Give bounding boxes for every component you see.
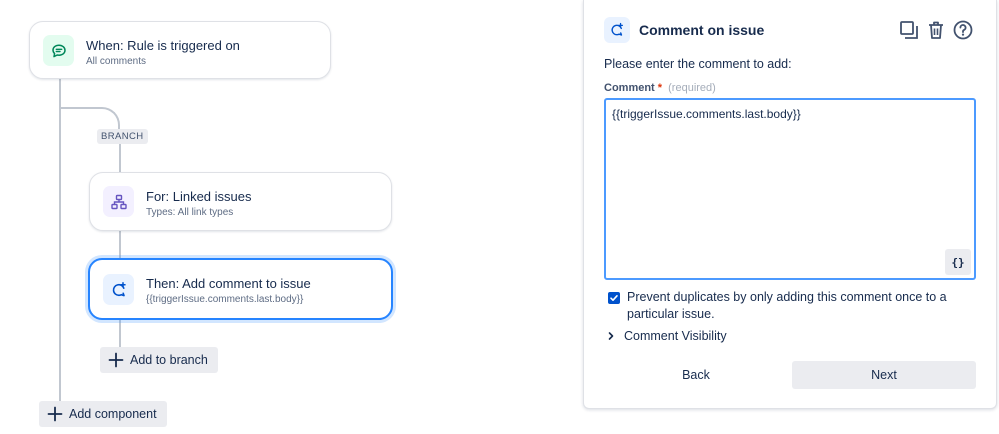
add-to-branch-label: Add to branch <box>130 353 208 367</box>
trash-icon[interactable] <box>925 19 947 41</box>
required-marker: * <box>657 82 663 94</box>
trigger-title: When: Rule is triggered on <box>86 38 240 53</box>
next-button[interactable]: Next <box>792 361 976 389</box>
add-comment-icon <box>604 17 630 43</box>
trigger-subtitle: All comments <box>86 56 147 67</box>
plus-icon <box>108 352 124 368</box>
plus-icon <box>47 406 63 422</box>
add-component-button[interactable]: Add component <box>39 401 167 427</box>
branch-connector-1 <box>119 144 121 174</box>
add-comment-icon <box>103 274 134 305</box>
action-title: Then: Add comment to issue <box>146 276 311 291</box>
branch-card[interactable]: For: Linked issues Types: All link types <box>89 172 392 231</box>
trigger-card[interactable]: When: Rule is triggered on All comments <box>29 21 331 79</box>
branch-connector-3 <box>119 320 121 348</box>
add-component-label: Add component <box>69 407 157 421</box>
prevent-duplicates-label: Prevent duplicates by only adding this c… <box>627 290 947 321</box>
branch-subtitle: Types: All link types <box>146 207 234 218</box>
branch-connector-curve <box>59 107 120 129</box>
add-to-branch-button[interactable]: Add to branch <box>100 347 218 373</box>
comment-textarea[interactable]: {{triggerIssue.comments.last.body}} {} <box>604 98 976 280</box>
comment-field-label: Comment * (required) <box>604 82 716 94</box>
panel-title: Comment on issue <box>639 22 765 38</box>
help-icon[interactable] <box>952 19 974 41</box>
prevent-duplicates-checkbox[interactable] <box>608 292 620 304</box>
comment-config-panel: Comment on issue Please enter the commen… <box>583 0 997 409</box>
action-subtitle: {{triggerIssue.comments.last.body}} <box>146 294 304 305</box>
branch-connector-2 <box>119 230 121 259</box>
branch-title: For: Linked issues <box>146 189 252 204</box>
smart-value-button[interactable]: {} <box>945 249 971 275</box>
hierarchy-icon <box>103 186 134 217</box>
panel-prompt: Please enter the comment to add: <box>604 57 792 71</box>
action-card[interactable]: Then: Add comment to issue {{triggerIssu… <box>88 258 393 320</box>
back-button[interactable]: Back <box>604 361 788 389</box>
chevron-right-icon <box>608 332 614 340</box>
comment-trigger-icon <box>43 35 74 66</box>
branch-tag: BRANCH <box>97 129 148 144</box>
comment-visibility-label: Comment Visibility <box>624 329 727 343</box>
comment-visibility-toggle[interactable]: Comment Visibility <box>606 329 727 343</box>
comment-value: {{triggerIssue.comments.last.body}} <box>612 107 801 121</box>
required-text: (required) <box>668 82 716 94</box>
comment-field-label-text: Comment <box>604 82 655 94</box>
copy-icon[interactable] <box>898 19 920 41</box>
